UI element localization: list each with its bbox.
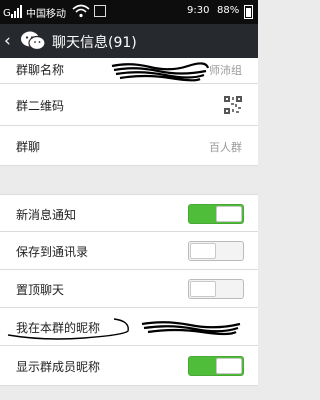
qr-code-row[interactable]: 群二维码 bbox=[0, 84, 258, 126]
pin-chat-label: 置顶聊天 bbox=[16, 283, 65, 297]
new-message-notify-label: 新消息通知 bbox=[16, 208, 77, 222]
group-name-row[interactable]: 群聊名称 师沛组 bbox=[0, 58, 258, 84]
redaction-scribble bbox=[141, 321, 241, 336]
group-chat-value: 百人群 bbox=[209, 141, 242, 154]
group-name-value: 师沛组 bbox=[209, 64, 242, 77]
save-to-contacts-toggle[interactable] bbox=[188, 241, 244, 261]
show-member-nicknames-row: 显示群成员昵称 bbox=[0, 346, 258, 386]
redaction-scribble bbox=[111, 62, 210, 82]
toggle-knob bbox=[216, 358, 242, 374]
battery-percent: 88% bbox=[217, 5, 240, 16]
back-chevron-icon[interactable]: ‹ bbox=[4, 30, 18, 52]
status-bar: G 中国移动 9:30 88% bbox=[0, 0, 258, 24]
group-chat-label: 群聊 bbox=[16, 140, 41, 154]
save-to-contacts-label: 保存到通讯录 bbox=[16, 245, 89, 259]
image-notification-icon bbox=[94, 5, 106, 17]
qr-code-icon bbox=[224, 96, 242, 114]
title-bar: ‹ 聊天信息(91) bbox=[0, 24, 258, 58]
pin-chat-row: 置顶聊天 bbox=[0, 270, 258, 308]
show-member-nicknames-label: 显示群成员昵称 bbox=[16, 360, 101, 374]
carrier-name: 中国移动 bbox=[26, 9, 66, 20]
battery-icon bbox=[244, 5, 253, 19]
svg-text:G: G bbox=[3, 8, 11, 18]
new-message-notify-row: 新消息通知 bbox=[0, 194, 258, 232]
hand-drawn-underline bbox=[7, 318, 129, 340]
toggle-knob bbox=[190, 243, 216, 259]
toggle-knob bbox=[216, 206, 242, 222]
group-name-label: 群聊名称 bbox=[16, 63, 65, 77]
toggle-knob bbox=[190, 281, 216, 297]
group-chat-row[interactable]: 群聊 百人群 bbox=[0, 126, 258, 166]
signal-icon: G bbox=[3, 5, 22, 18]
qr-code-label: 群二维码 bbox=[16, 99, 65, 113]
save-to-contacts-row: 保存到通讯录 bbox=[0, 232, 258, 270]
wechat-logo-icon bbox=[21, 31, 46, 51]
wifi-icon bbox=[72, 4, 90, 18]
my-nickname-row[interactable]: 我在本群的昵称 bbox=[0, 308, 258, 346]
clock: 9:30 bbox=[187, 5, 210, 16]
new-message-notify-toggle[interactable] bbox=[188, 204, 244, 224]
page-title: 聊天信息(91) bbox=[52, 35, 137, 51]
show-member-nicknames-toggle[interactable] bbox=[188, 356, 244, 376]
pin-chat-toggle[interactable] bbox=[188, 279, 244, 299]
